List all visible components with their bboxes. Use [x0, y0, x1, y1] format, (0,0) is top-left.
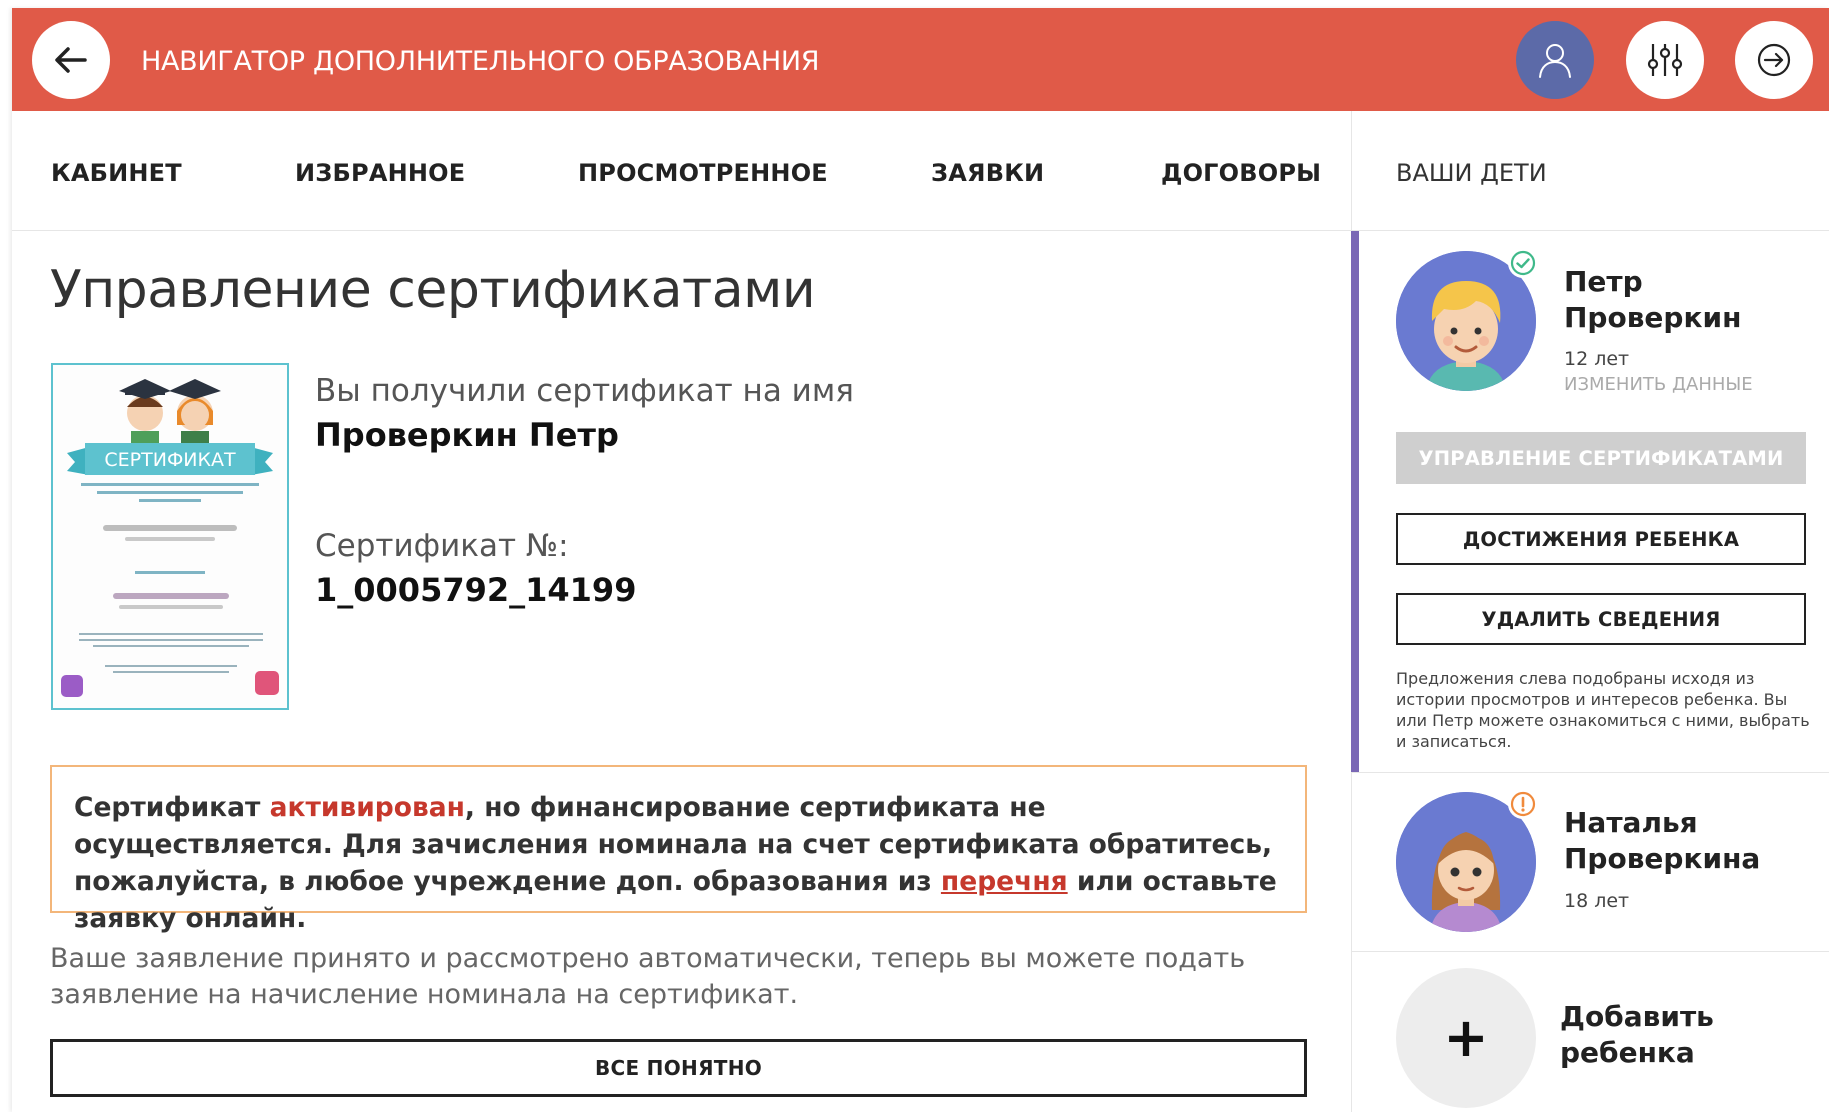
verified-check-icon: [1508, 248, 1538, 278]
delete-info-button[interactable]: УДАЛИТЬ СВЕДЕНИЯ: [1396, 593, 1806, 645]
cabinet-nav: КАБИНЕТ ИЗБРАННОЕ ПРОСМОТРЕННОЕ ЗАЯВКИ Д…: [12, 111, 1351, 231]
tab-requests[interactable]: ЗАЯВКИ: [931, 159, 1044, 187]
page-title: Управление сертификатами: [50, 260, 816, 320]
active-child-indicator: [1351, 231, 1359, 772]
certificate-received-label: Вы получили сертификат на имя: [315, 373, 854, 409]
child-separator: [1351, 951, 1829, 952]
child-separator: [1351, 772, 1829, 773]
sliders-icon: [1647, 44, 1683, 76]
child-last-name: Проверкина: [1564, 842, 1761, 875]
user-icon: [1539, 44, 1571, 78]
back-button[interactable]: [32, 21, 110, 99]
logout-button[interactable]: [1735, 21, 1813, 99]
certificate-number-label: Сертификат №:: [315, 528, 569, 564]
tab-contracts[interactable]: ДОГОВОРЫ: [1161, 159, 1321, 187]
certificate-thumbnail: СЕРТИФИКАТ: [51, 363, 289, 710]
logout-arrow-icon: [1757, 43, 1791, 77]
app-title: НАВИГАТОР ДОПОЛНИТЕЛЬНОГО ОБРАЗОВАНИЯ: [141, 46, 820, 77]
notice-activated-status: активирован: [269, 792, 465, 823]
warning-icon: [1508, 789, 1538, 819]
child-age: 12 лет: [1564, 348, 1630, 370]
certificate-banner-text: СЕРТИФИКАТ: [104, 449, 236, 471]
manage-certificates-button[interactable]: УПРАВЛЕНИЕ СЕРТИФИКАТАМИ: [1396, 432, 1806, 484]
child-first-name: Петр: [1564, 265, 1643, 298]
activation-notice: Сертификат активирован, но финансировани…: [50, 765, 1307, 934]
recommendations-note: Предложения слева подобраны исходя из ис…: [1396, 669, 1810, 751]
child-first-name: Наталья: [1564, 806, 1698, 839]
application-status-text: Ваше заявление принято и рассмотрено авт…: [50, 943, 1246, 1010]
plus-icon: +: [1443, 1006, 1489, 1069]
certificate-number: 1_0005792_14199: [315, 571, 637, 609]
tab-viewed[interactable]: ПРОСМОТРЕННОЕ: [578, 159, 828, 187]
tab-cabinet[interactable]: КАБИНЕТ: [51, 159, 182, 187]
arrow-left-icon: [55, 47, 87, 73]
profile-button[interactable]: [1516, 21, 1594, 99]
tab-favorites[interactable]: ИЗБРАННОЕ: [295, 159, 465, 187]
child-age: 18 лет: [1564, 890, 1630, 912]
child-last-name: Проверкин: [1564, 301, 1742, 334]
institutions-list-link[interactable]: перечня: [941, 866, 1068, 897]
child-achievements-button[interactable]: ДОСТИЖЕНИЯ РЕБЕНКА: [1396, 513, 1806, 565]
filters-button[interactable]: [1626, 21, 1704, 99]
certificate-owner-name: Проверкин Петр: [315, 416, 619, 454]
add-child-label[interactable]: Добавить ребенка: [1560, 999, 1760, 1071]
page: НАВИГАТОР ДОПОЛНИТЕЛЬНОГО ОБРАЗОВАНИЯ КА…: [12, 8, 1829, 1112]
got-it-button[interactable]: ВСЕ ПОНЯТНО: [50, 1039, 1307, 1097]
certificate-image: СЕРТИФИКАТ: [53, 365, 287, 708]
app-header: НАВИГАТОР ДОПОЛНИТЕЛЬНОГО ОБРАЗОВАНИЯ: [12, 8, 1829, 111]
edit-child-link[interactable]: ИЗМЕНИТЬ ДАННЫЕ: [1564, 374, 1753, 395]
notice-text-start: Сертификат: [74, 792, 270, 823]
add-child-button[interactable]: +: [1396, 968, 1536, 1108]
sidebar-divider: [1351, 230, 1829, 231]
sidebar-title: ВАШИ ДЕТИ: [1396, 159, 1547, 187]
